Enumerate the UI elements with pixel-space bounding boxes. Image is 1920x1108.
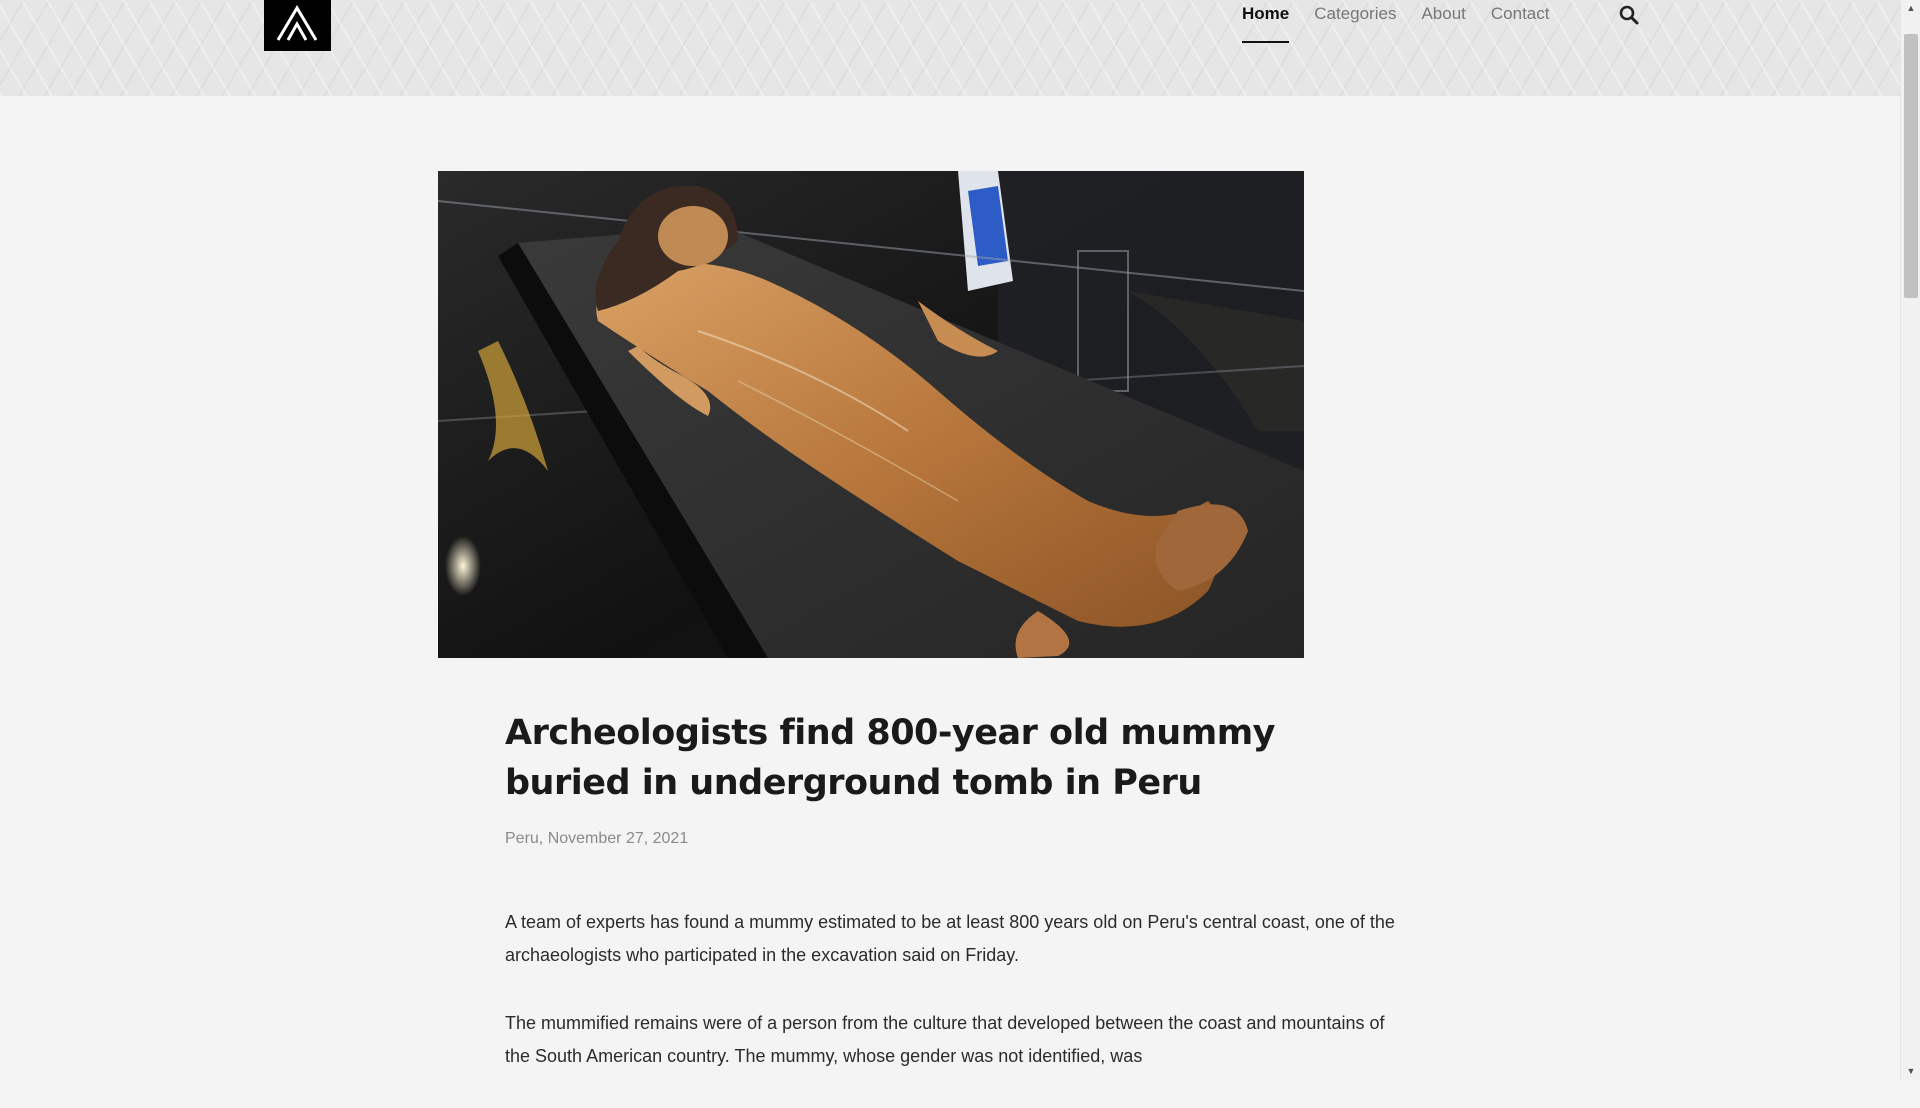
article-paragraph: The mummified remains were of a person f… xyxy=(505,1013,1385,1066)
nav-contact[interactable]: Contact xyxy=(1491,0,1550,44)
nav-categories[interactable]: Categories xyxy=(1314,0,1396,44)
peaks-logo-icon xyxy=(276,5,318,41)
scroll-up-arrow-icon[interactable]: ▲ xyxy=(1901,0,1920,17)
page-scrollbar[interactable]: ▲ ▼ xyxy=(1900,0,1920,1080)
article-paragraph: A team of experts has found a mummy esti… xyxy=(505,912,1395,965)
nav-home[interactable]: Home xyxy=(1242,0,1290,44)
site-header: Home Categories About Contact xyxy=(0,0,1900,96)
site-logo[interactable] xyxy=(264,0,331,51)
article-meta: Peru, November 27, 2021 xyxy=(505,830,689,847)
mummy-photo xyxy=(438,171,1304,658)
article-body: A team of experts has found a mummy esti… xyxy=(505,906,1395,1073)
search-button[interactable] xyxy=(1618,4,1640,26)
scroll-down-arrow-icon[interactable]: ▼ xyxy=(1901,1063,1920,1080)
nav-about[interactable]: About xyxy=(1421,0,1465,44)
article-title: Archeologists find 800-year old mummy bu… xyxy=(505,713,1275,803)
article: Archeologists find 800-year old mummy bu… xyxy=(505,708,1395,1108)
scroll-thumb[interactable] xyxy=(1904,34,1918,298)
search-icon xyxy=(1619,5,1639,25)
main-nav: Home Categories About Contact xyxy=(1242,0,1574,44)
article-hero-image xyxy=(438,171,1304,658)
